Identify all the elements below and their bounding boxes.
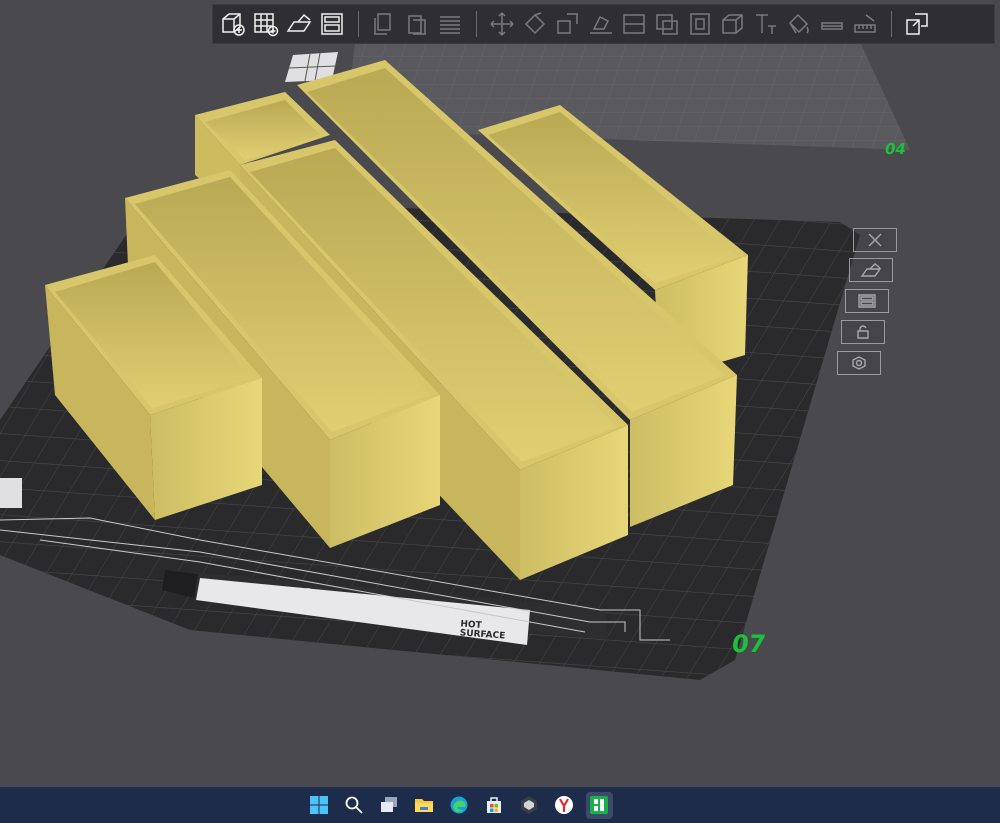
plate-number-07: 07	[730, 630, 768, 658]
measure-button[interactable]	[849, 8, 881, 40]
text-icon	[756, 14, 776, 34]
toolbar-separator	[891, 11, 892, 37]
text-button[interactable]	[750, 8, 782, 40]
arrange-plate-button[interactable]	[845, 289, 889, 313]
bambu-icon	[521, 796, 537, 814]
assembly-button[interactable]	[901, 8, 933, 40]
seam-icon	[821, 22, 843, 30]
slicer-app-button[interactable]	[585, 791, 613, 819]
mesh-boolean-button[interactable]	[651, 8, 683, 40]
lock-icon	[857, 325, 869, 339]
support-paint-button[interactable]	[717, 8, 749, 40]
split-icon	[690, 13, 710, 35]
grid-plus-icon	[254, 13, 279, 37]
slicer-icon	[590, 796, 608, 814]
color-paint-button[interactable]	[783, 8, 815, 40]
close-icon	[868, 233, 882, 247]
search-button[interactable]	[341, 792, 368, 819]
copy-button[interactable]	[368, 8, 400, 40]
search-icon	[345, 796, 363, 814]
support-icon	[722, 14, 743, 34]
plate-settings-button[interactable]	[837, 351, 881, 375]
arrange-button[interactable]	[250, 8, 282, 40]
layout-icon	[321, 13, 343, 35]
toolbar-separator	[358, 11, 359, 37]
folder-icon	[415, 799, 433, 812]
scale-button[interactable]	[552, 8, 584, 40]
paste-button[interactable]	[401, 8, 433, 40]
measure-icon	[854, 14, 876, 33]
lay-flat-icon	[590, 15, 612, 34]
cut-icon	[623, 14, 645, 34]
layers-icon	[440, 16, 460, 34]
cut-button[interactable]	[618, 8, 650, 40]
move-icon	[490, 12, 514, 36]
orient-plate-button[interactable]	[849, 258, 893, 282]
auto-orient-button[interactable]	[283, 8, 315, 40]
arrange-icon	[858, 294, 876, 308]
move-button[interactable]	[486, 8, 518, 40]
toolbar-separator	[476, 11, 477, 37]
hot-surface-warning: HOT SURFACE	[459, 619, 506, 642]
add-object-button[interactable]	[217, 8, 249, 40]
plate-settings-button[interactable]	[316, 8, 348, 40]
windows-icon	[310, 796, 328, 814]
store-button[interactable]	[481, 792, 508, 819]
assembly-icon	[906, 13, 928, 35]
orient-icon	[860, 263, 882, 277]
delete-plate-button[interactable]	[853, 228, 897, 252]
rotate-icon	[524, 12, 546, 35]
copy-icon	[374, 13, 391, 35]
edge-icon	[450, 796, 468, 814]
windows-taskbar	[0, 787, 1000, 823]
layers-button[interactable]	[434, 8, 466, 40]
lay-on-face-button[interactable]	[585, 8, 617, 40]
scale-icon	[557, 13, 578, 34]
paste-icon	[408, 15, 426, 35]
start-button[interactable]	[306, 792, 333, 819]
store-icon	[487, 797, 501, 813]
auto-orient-icon	[286, 13, 312, 32]
edge-button[interactable]	[446, 792, 473, 819]
bambu-studio-button[interactable]	[516, 792, 543, 819]
task-view-icon	[381, 797, 397, 812]
plate-number-04: 04	[883, 140, 908, 158]
yandex-browser-button[interactable]	[551, 792, 578, 819]
rotate-button[interactable]	[519, 8, 551, 40]
task-view-button[interactable]	[376, 792, 403, 819]
split-button[interactable]	[684, 8, 716, 40]
boolean-icon	[656, 14, 678, 35]
lock-plate-button[interactable]	[841, 320, 885, 344]
file-explorer-button[interactable]	[411, 792, 438, 819]
yandex-icon	[555, 796, 573, 814]
cube-plus-icon	[222, 13, 245, 36]
gear-icon	[852, 356, 866, 370]
seam-paint-button[interactable]	[816, 8, 848, 40]
paint-bucket-icon	[788, 13, 809, 34]
main-toolbar	[212, 4, 995, 44]
3d-viewport[interactable]	[0, 0, 1000, 787]
